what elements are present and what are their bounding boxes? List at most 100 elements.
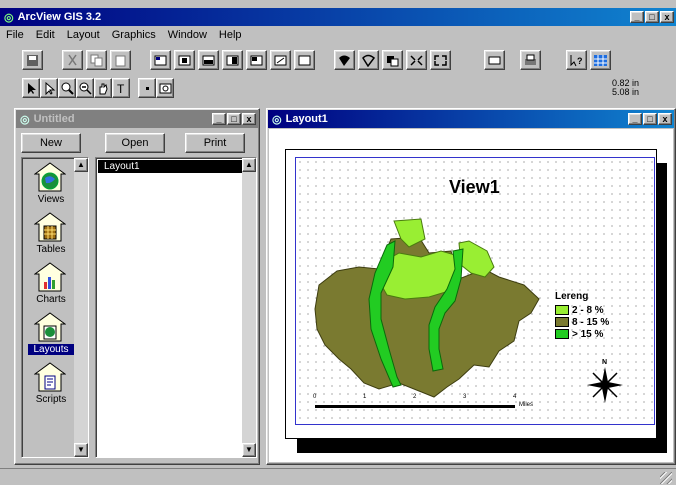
doc-type-label: Scripts bbox=[35, 394, 67, 405]
doc-type-scrollbar[interactable]: ▲ ▼ bbox=[74, 158, 88, 457]
save-project-button[interactable] bbox=[22, 50, 43, 70]
legend-swatch bbox=[555, 329, 569, 339]
north-arrow[interactable]: N bbox=[585, 359, 625, 405]
properties-button[interactable] bbox=[150, 50, 171, 70]
doc-type-scripts[interactable]: Scripts bbox=[22, 362, 74, 410]
vertex-edit-tool[interactable] bbox=[40, 78, 58, 98]
frame-tool[interactable] bbox=[156, 78, 174, 98]
layout-canvas[interactable]: View1 Lereng 2 - 8 % 8 - 15 % > 15 % 0 1… bbox=[269, 129, 673, 462]
send-to-back-button[interactable] bbox=[406, 50, 427, 70]
scale-tick-label: 0 bbox=[313, 394, 317, 400]
maximize-button[interactable]: □ bbox=[645, 11, 659, 23]
menu-bar: File Edit Layout Graphics Window Help bbox=[0, 27, 676, 45]
paste-button[interactable] bbox=[110, 50, 131, 70]
legend-title: Lereng bbox=[555, 291, 589, 302]
frame-button-2[interactable] bbox=[198, 50, 219, 70]
list-scroll-up-button[interactable]: ▲ bbox=[242, 158, 256, 172]
legend-swatch bbox=[555, 317, 569, 327]
menu-file[interactable]: File bbox=[6, 29, 24, 43]
scale-tick-label: 2 bbox=[413, 394, 417, 400]
scroll-down-button[interactable]: ▼ bbox=[74, 443, 88, 457]
text-tool[interactable]: T bbox=[112, 78, 130, 98]
svg-text:T: T bbox=[117, 82, 125, 95]
svg-text:?: ? bbox=[577, 56, 583, 66]
doc-type-charts[interactable]: Charts bbox=[22, 262, 74, 310]
pointer-tool[interactable] bbox=[22, 78, 40, 98]
scale-unit-label: Miles bbox=[519, 402, 534, 408]
document-list-scrollbar[interactable]: ▲ ▼ bbox=[242, 158, 256, 457]
doc-type-label: Layouts bbox=[28, 344, 74, 355]
tool-bar: T 0.82 in 5.08 in bbox=[0, 76, 676, 100]
zoom-in-tool[interactable] bbox=[58, 78, 76, 98]
align-button[interactable] bbox=[430, 50, 451, 70]
help-button[interactable]: ? bbox=[566, 50, 587, 70]
project-window-icon: ◎ bbox=[20, 113, 30, 126]
menu-layout[interactable]: Layout bbox=[67, 29, 100, 43]
show-grid-button[interactable] bbox=[590, 50, 611, 70]
globe-icon bbox=[33, 162, 67, 195]
frame-button-5[interactable] bbox=[270, 50, 291, 70]
arcview-logo-icon: ◎ bbox=[4, 11, 14, 24]
north-label: N bbox=[602, 359, 608, 366]
layout-maximize-button[interactable]: □ bbox=[643, 113, 657, 125]
frame-button-1[interactable] bbox=[174, 50, 195, 70]
slope-map[interactable] bbox=[309, 209, 569, 409]
close-button[interactable]: x bbox=[660, 11, 674, 23]
resize-grip-icon[interactable] bbox=[660, 472, 672, 484]
project-maximize-button[interactable]: □ bbox=[227, 113, 241, 125]
frame-button-4[interactable] bbox=[246, 50, 267, 70]
north-arrow-icon bbox=[587, 367, 623, 403]
frame-button-3[interactable] bbox=[222, 50, 243, 70]
list-item-layout1[interactable]: Layout1 bbox=[98, 160, 242, 173]
doc-type-label: Tables bbox=[36, 244, 66, 255]
layout-close-button[interactable]: x bbox=[658, 113, 672, 125]
list-scroll-down-button[interactable]: ▼ bbox=[242, 443, 256, 457]
ungroup-button[interactable] bbox=[358, 50, 379, 70]
layout-icon bbox=[33, 312, 67, 345]
group-button[interactable] bbox=[334, 50, 355, 70]
button-bar: ? bbox=[0, 48, 676, 74]
document-list: Layout1 ▲ ▼ bbox=[95, 157, 257, 458]
page-setup-button[interactable] bbox=[484, 50, 505, 70]
frame-button-6[interactable] bbox=[294, 50, 315, 70]
cut-button[interactable] bbox=[62, 50, 83, 70]
layout-title: Layout1 bbox=[285, 113, 328, 125]
doc-type-layouts[interactable]: Layouts bbox=[22, 312, 74, 360]
scale-tick-label: 1 bbox=[363, 394, 367, 400]
layout-minimize-button[interactable]: _ bbox=[628, 113, 642, 125]
project-close-button[interactable]: x bbox=[242, 113, 256, 125]
menu-help[interactable]: Help bbox=[219, 29, 242, 43]
doc-type-tables[interactable]: Tables bbox=[22, 212, 74, 260]
doc-type-views[interactable]: Views bbox=[22, 162, 74, 210]
status-bar bbox=[0, 468, 676, 485]
scale-bar[interactable]: 0 1 2 3 4 Miles bbox=[313, 394, 535, 411]
coordinate-y: 5.08 in bbox=[612, 87, 640, 97]
legend[interactable]: Lereng 2 - 8 % 8 - 15 % > 15 % bbox=[555, 291, 609, 340]
coordinate-readout: 0.82 in 5.08 in bbox=[612, 79, 639, 97]
new-button[interactable]: New bbox=[21, 133, 81, 153]
doc-type-panel: Views Tables Charts Layouts Scripts ▲ ▼ bbox=[21, 157, 89, 458]
pan-tool[interactable] bbox=[94, 78, 112, 98]
scale-bar-line bbox=[315, 405, 515, 408]
minimize-button[interactable]: _ bbox=[630, 11, 644, 23]
open-button[interactable]: Open bbox=[105, 133, 165, 153]
draw-tool[interactable] bbox=[138, 78, 156, 98]
legend-label: 8 - 15 % bbox=[572, 316, 610, 328]
zoom-out-tool[interactable] bbox=[76, 78, 94, 98]
scroll-up-button[interactable]: ▲ bbox=[74, 158, 88, 172]
print-button[interactable] bbox=[520, 50, 541, 70]
table-icon bbox=[33, 212, 67, 245]
doc-type-label: Charts bbox=[36, 294, 66, 305]
legend-item: 2 - 8 % bbox=[555, 304, 609, 316]
doc-type-label: Views bbox=[37, 194, 65, 205]
copy-button[interactable] bbox=[86, 50, 107, 70]
bring-to-front-button[interactable] bbox=[382, 50, 403, 70]
menu-window[interactable]: Window bbox=[168, 29, 207, 43]
project-minimize-button[interactable]: _ bbox=[212, 113, 226, 125]
menu-edit[interactable]: Edit bbox=[36, 29, 55, 43]
print-project-button[interactable]: Print bbox=[185, 133, 245, 153]
menu-graphics[interactable]: Graphics bbox=[112, 29, 156, 43]
map-title[interactable]: View1 bbox=[449, 177, 500, 198]
layout-window: ◎ Layout1 _ □ x View1 Lereng 2 - 8 % 8 -… bbox=[266, 108, 676, 465]
app-title-bar: ◎ ArcView GIS 3.2 _ □ x bbox=[0, 8, 676, 26]
